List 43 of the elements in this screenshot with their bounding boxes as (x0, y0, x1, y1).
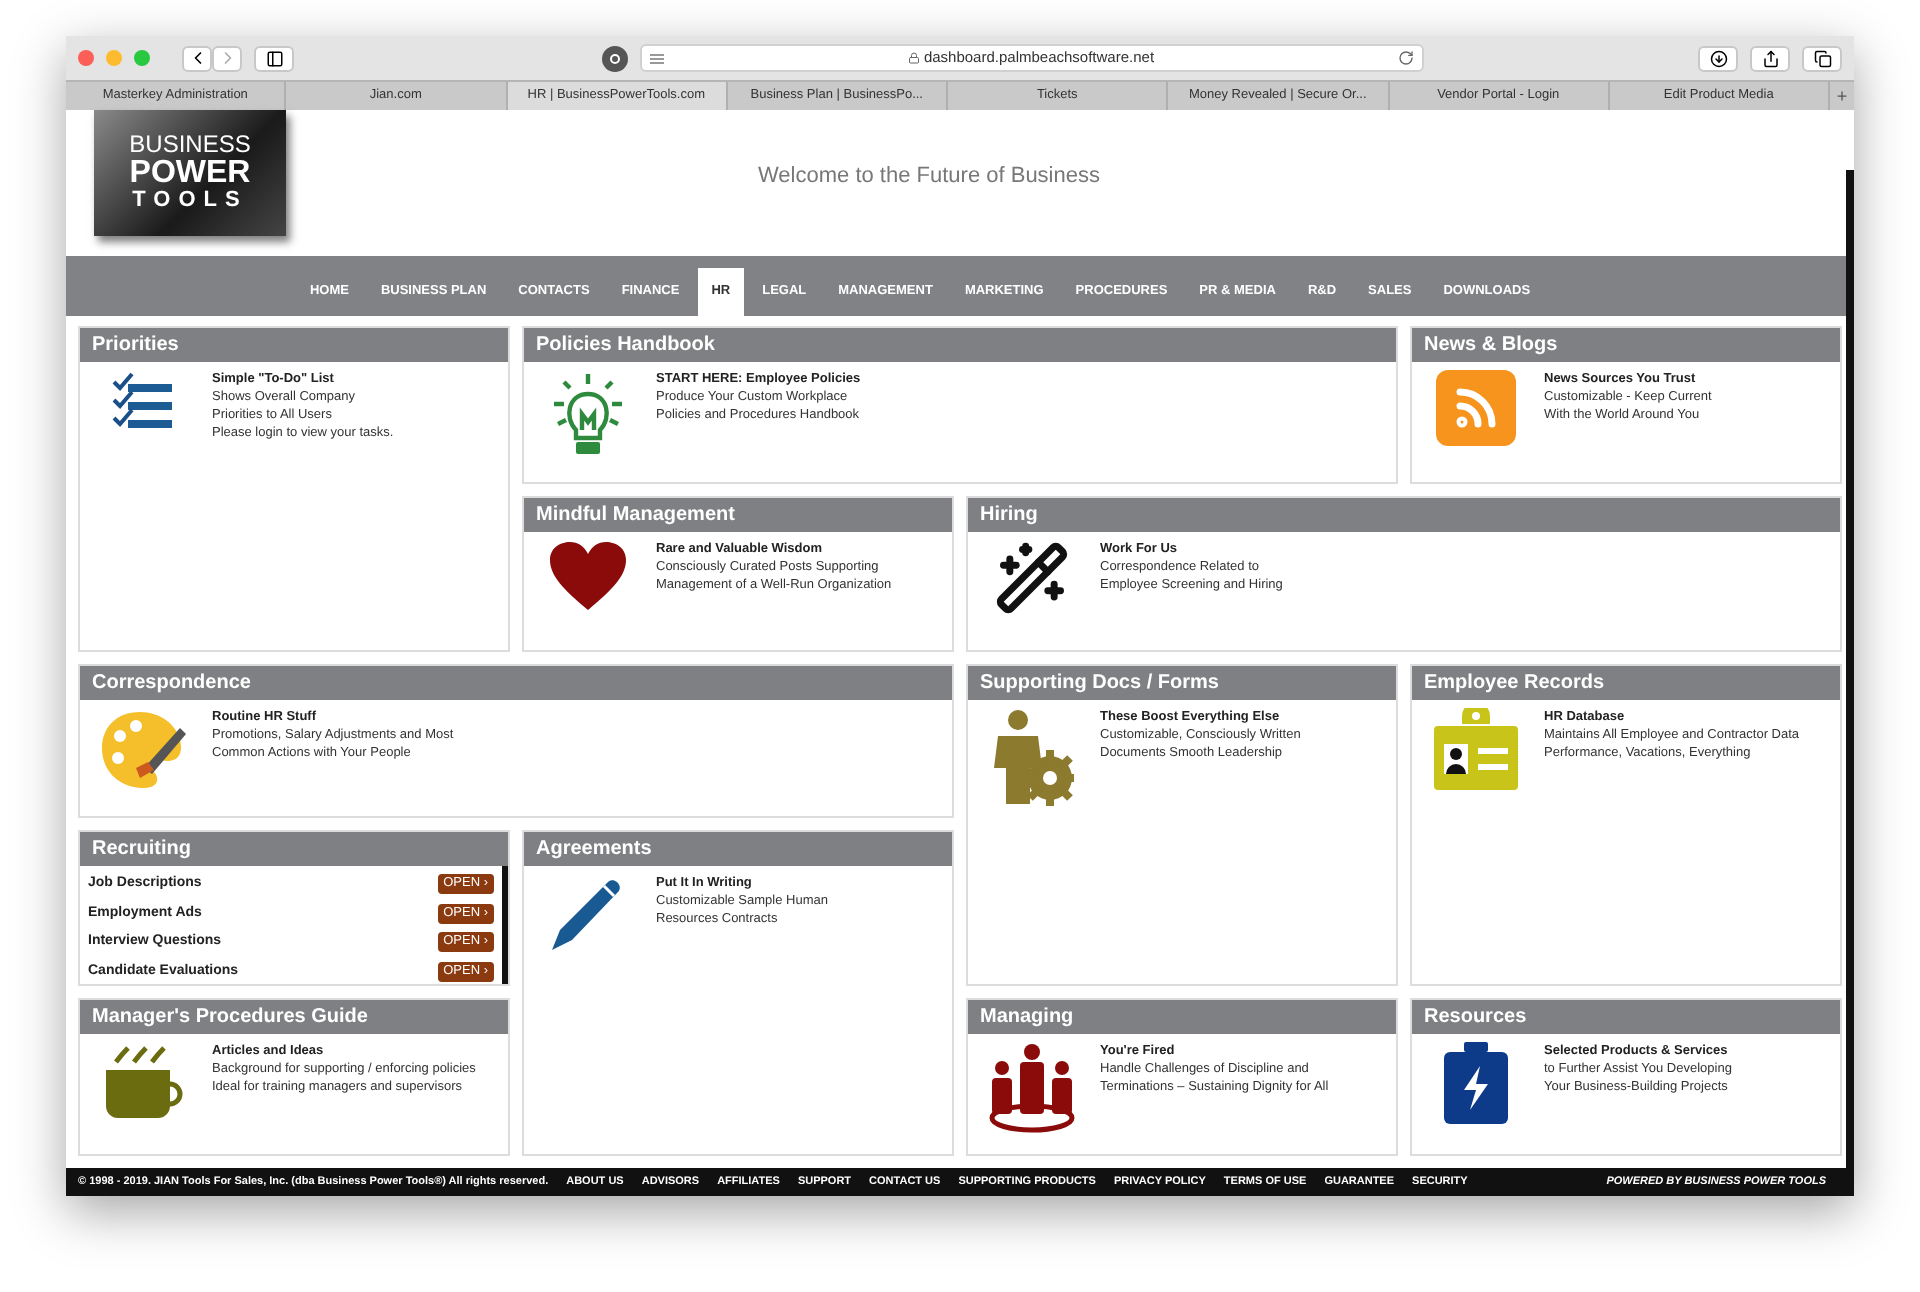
download-button[interactable] (1698, 45, 1738, 71)
reload-icon[interactable] (1398, 50, 1414, 66)
card-title: Agreements (524, 832, 952, 866)
sidebar-icon (265, 49, 283, 67)
tabs-icon (1813, 49, 1831, 67)
card-title: Priorities (80, 328, 508, 362)
card-title: Manager's Procedures Guide (80, 1000, 508, 1034)
reader-icon[interactable] (650, 53, 664, 63)
share-button[interactable] (1750, 45, 1790, 71)
scrollbar[interactable] (502, 866, 508, 984)
card-title: Resources (1412, 1000, 1840, 1034)
rss-symbol-icon (1452, 384, 1500, 432)
lightbulb-icon (552, 370, 624, 458)
card-title: Recruiting (80, 832, 508, 866)
people-group-icon (986, 1042, 1078, 1134)
new-tab-button[interactable]: + (1830, 82, 1854, 110)
download-icon (1709, 49, 1727, 67)
logo-text: TOOLS (132, 188, 248, 214)
card-title: Correspondence (80, 666, 952, 700)
coffee-cup-icon (102, 1042, 186, 1122)
card-title: Hiring (968, 498, 1840, 532)
businessman-gear-icon (990, 708, 1074, 808)
logo-text: POWER (129, 158, 251, 188)
tabs-button[interactable] (1802, 45, 1842, 71)
card-title: Managing (968, 1000, 1396, 1034)
battery-icon (1442, 1042, 1510, 1126)
back-button[interactable] (182, 45, 212, 71)
lock-icon (907, 52, 920, 64)
card-title: Policies Handbook (524, 328, 1396, 362)
card-title: Employee Records (1412, 666, 1840, 700)
card-title: News & Blogs (1412, 328, 1840, 362)
share-icon (1761, 49, 1779, 67)
checklist-icon (112, 370, 176, 434)
heart-icon (548, 540, 628, 612)
palette-icon (100, 708, 188, 792)
card-title: Mindful Management (524, 498, 952, 532)
magic-wand-icon (994, 540, 1070, 616)
welcome-text: Welcome to the Future of Business (758, 162, 1100, 192)
card-title: Supporting Docs / Forms (968, 666, 1396, 700)
logo-text: BUSINESS (129, 132, 251, 158)
sidebar-button[interactable] (254, 45, 294, 71)
extension-icon[interactable] (602, 45, 628, 71)
id-badge-icon (1432, 708, 1520, 792)
